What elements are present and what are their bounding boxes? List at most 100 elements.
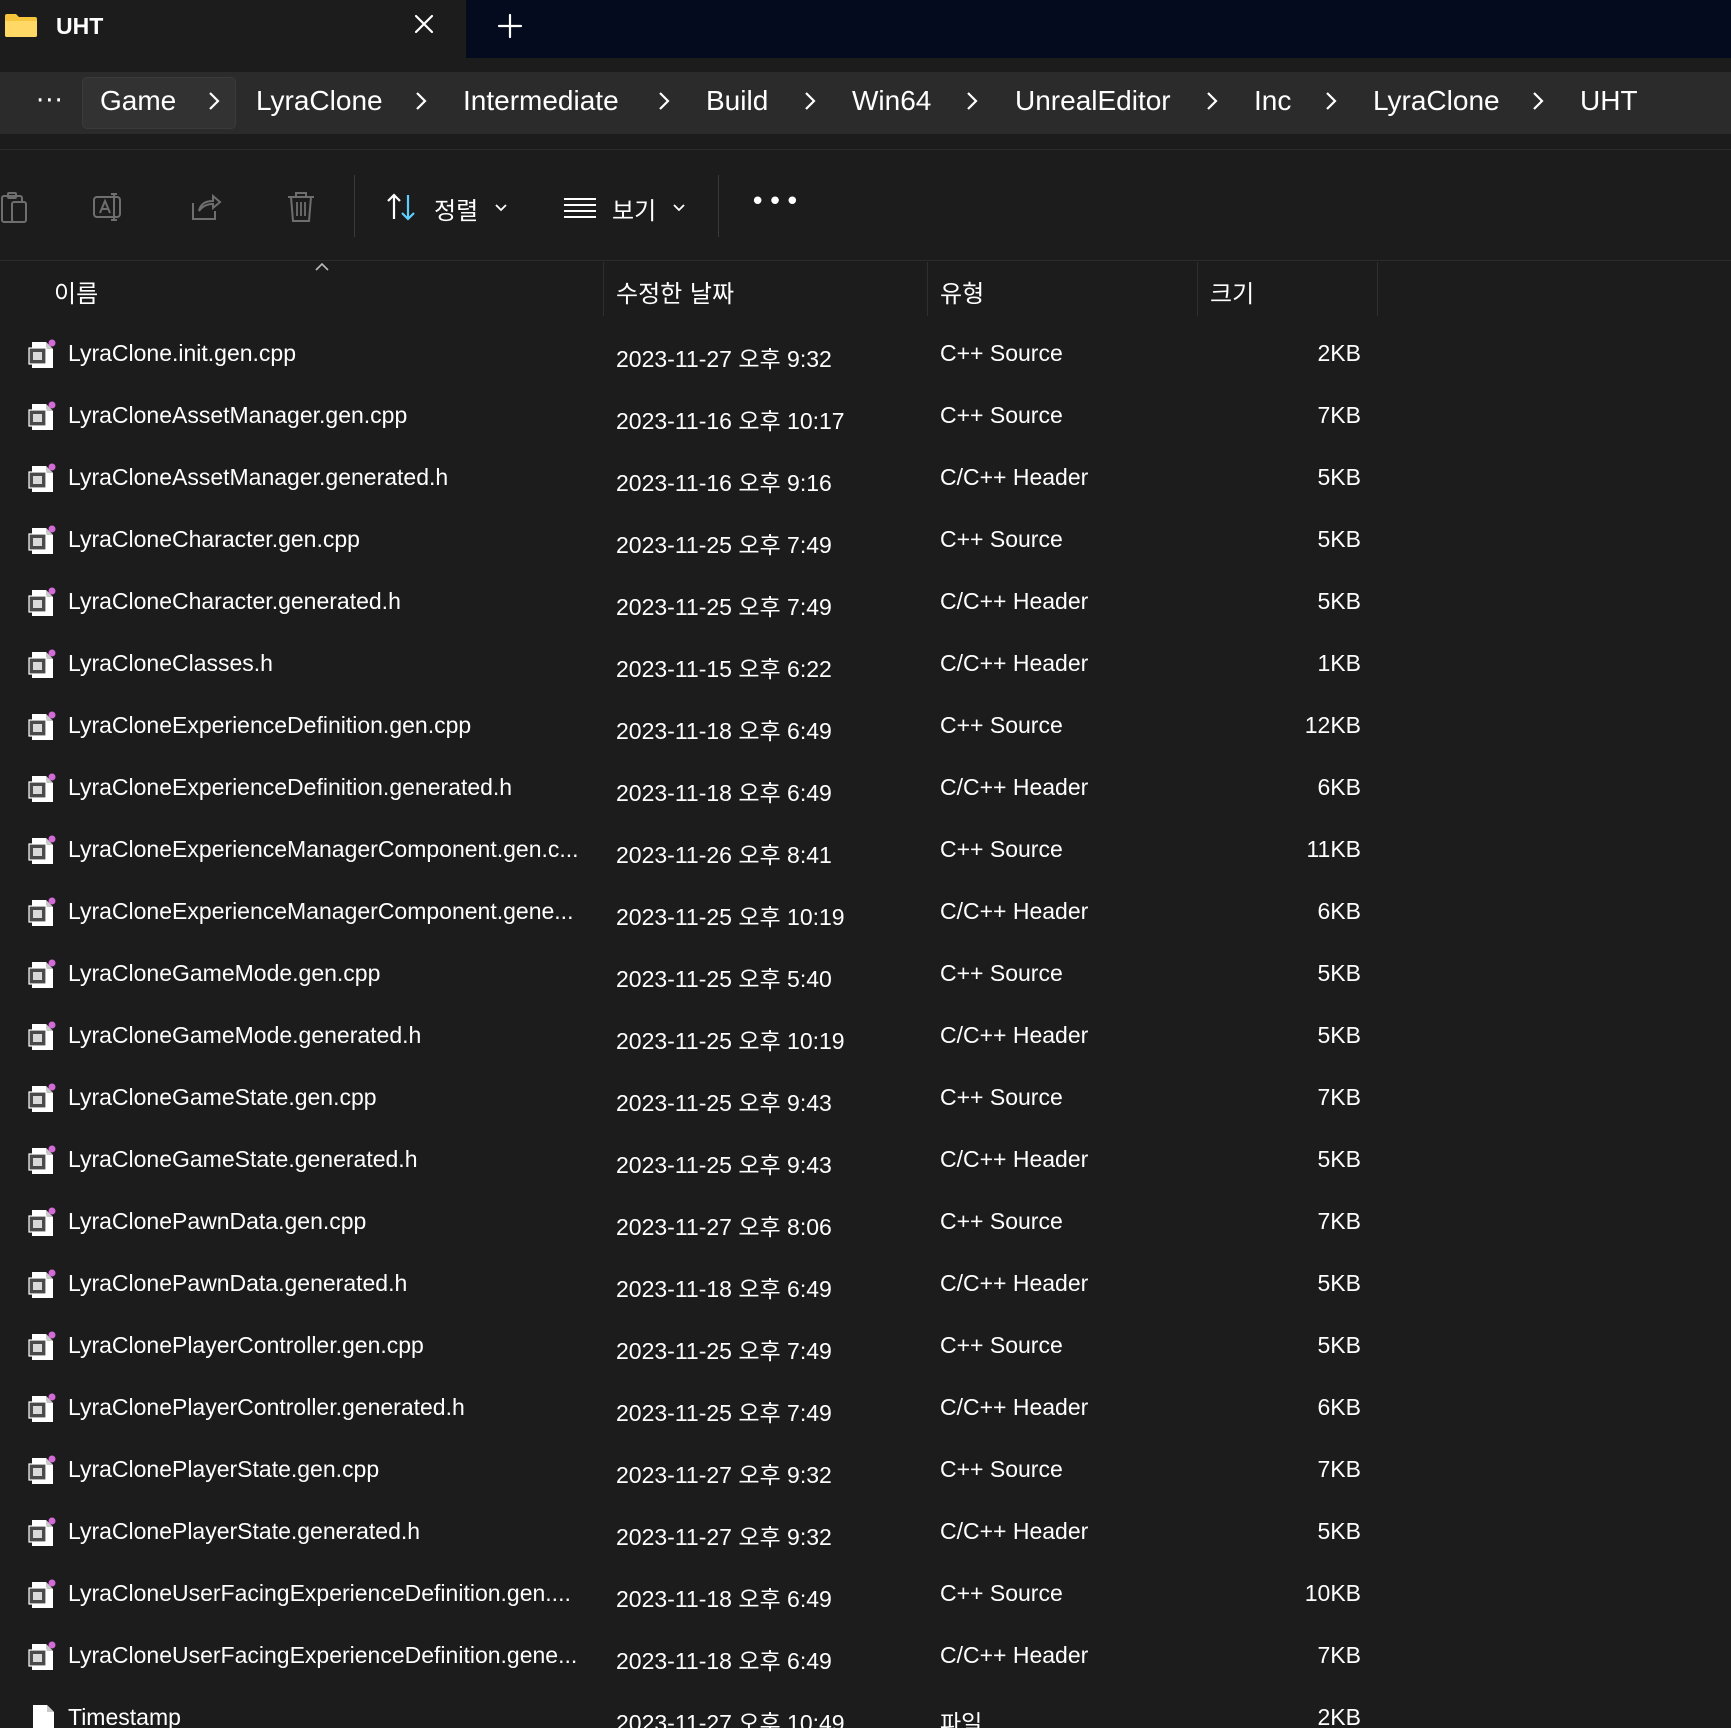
- command-bar: 정렬 보기 •••: [0, 151, 1731, 261]
- file-name: LyraCloneUserFacingExperienceDefinition.…: [68, 1642, 578, 1668]
- file-row[interactable]: LyraCloneGameState.generated.h 2023-11-2…: [0, 1130, 1731, 1192]
- file-row[interactable]: LyraClonePlayerController.gen.cpp 2023-1…: [0, 1316, 1731, 1378]
- column-divider[interactable]: [927, 262, 928, 316]
- cpp-file-icon: [28, 587, 56, 616]
- file-row[interactable]: LyraCloneClasses.h 2023-11-15 오후 6:22 C/…: [0, 634, 1731, 696]
- file-name: LyraCloneExperienceManagerComponent.gene…: [68, 898, 574, 924]
- chevron-right-icon[interactable]: [655, 89, 673, 113]
- cpp-file-icon: [28, 773, 56, 802]
- file-row[interactable]: LyraClone.init.gen.cpp 2023-11-27 오후 9:3…: [0, 324, 1731, 386]
- cpp-file-icon: [28, 1641, 56, 1670]
- close-icon[interactable]: [410, 10, 438, 38]
- file-row[interactable]: LyraCloneGameMode.gen.cpp 2023-11-25 오후 …: [0, 944, 1731, 1006]
- sort-icon[interactable]: [384, 189, 420, 225]
- file-type: C/C++ Header: [940, 1394, 1089, 1420]
- file-row[interactable]: LyraClonePawnData.gen.cpp 2023-11-27 오후 …: [0, 1192, 1731, 1254]
- file-row[interactable]: LyraCloneCharacter.generated.h 2023-11-2…: [0, 572, 1731, 634]
- file-row[interactable]: Timestamp 2023-11-27 오후 10:49 파일 2KB: [0, 1688, 1731, 1728]
- file-type: C++ Source: [940, 340, 1063, 366]
- column-type[interactable]: 유형: [940, 274, 984, 309]
- breadcrumb-item-uht[interactable]: UHT: [1580, 85, 1638, 125]
- file-type: C++ Source: [940, 1084, 1063, 1110]
- view-button[interactable]: 보기: [612, 191, 656, 226]
- file-row[interactable]: LyraCloneCharacter.gen.cpp 2023-11-25 오후…: [0, 510, 1731, 572]
- cpp-file-icon: [28, 401, 56, 430]
- file-size: 7KB: [1317, 1642, 1361, 1668]
- file-row[interactable]: LyraClonePlayerState.generated.h 2023-11…: [0, 1502, 1731, 1564]
- file-row[interactable]: LyraClonePawnData.generated.h 2023-11-18…: [0, 1254, 1731, 1316]
- file-row[interactable]: LyraCloneExperienceManagerComponent.gen.…: [0, 820, 1731, 882]
- file-row[interactable]: LyraCloneGameMode.generated.h 2023-11-25…: [0, 1006, 1731, 1068]
- new-tab-icon[interactable]: [496, 12, 524, 40]
- chevron-right-icon[interactable]: [1203, 89, 1221, 113]
- tab-uht[interactable]: UHT: [0, 0, 466, 58]
- file-type: C/C++ Header: [940, 1642, 1089, 1668]
- column-size[interactable]: 크기: [1210, 274, 1254, 309]
- file-row[interactable]: LyraCloneGameState.gen.cpp 2023-11-25 오후…: [0, 1068, 1731, 1130]
- sort-button[interactable]: 정렬: [434, 191, 478, 226]
- file-row[interactable]: LyraCloneUserFacingExperienceDefinition.…: [0, 1564, 1731, 1626]
- breadcrumb-more-button[interactable]: ···: [36, 86, 64, 116]
- file-modified-date: 2023-11-18 오후 6:49: [616, 718, 832, 744]
- file-size: 7KB: [1317, 1456, 1361, 1482]
- share-icon[interactable]: [187, 189, 223, 225]
- column-name[interactable]: 이름: [54, 274, 98, 309]
- chevron-down-icon[interactable]: [494, 203, 508, 213]
- file-modified-date: 2023-11-27 오후 8:06: [616, 1214, 832, 1240]
- file-row[interactable]: LyraCloneExperienceDefinition.generated.…: [0, 758, 1731, 820]
- breadcrumb-item-lyraclone[interactable]: LyraClone: [256, 85, 383, 125]
- column-divider[interactable]: [1197, 262, 1198, 316]
- file-modified-date: 2023-11-16 오후 9:16: [616, 470, 832, 496]
- breadcrumb-item-build[interactable]: Build: [706, 85, 768, 125]
- chevron-down-icon[interactable]: [672, 203, 686, 213]
- column-date[interactable]: 수정한 날짜: [616, 274, 734, 309]
- chevron-right-icon[interactable]: [963, 89, 981, 113]
- file-type: C/C++ Header: [940, 464, 1089, 490]
- file-modified-date: 2023-11-18 오후 6:49: [616, 1648, 832, 1674]
- file-name: LyraCloneCharacter.generated.h: [68, 588, 401, 614]
- file-size: 6KB: [1317, 1394, 1361, 1420]
- rename-icon[interactable]: [90, 189, 126, 225]
- file-modified-date: 2023-11-25 오후 10:19: [616, 904, 845, 930]
- cpp-file-icon: [28, 897, 56, 926]
- file-name: LyraCloneGameMode.generated.h: [68, 1022, 422, 1048]
- breadcrumb-item-inc[interactable]: Inc: [1254, 85, 1291, 125]
- file-modified-date: 2023-11-25 오후 7:49: [616, 1338, 832, 1364]
- more-options-button[interactable]: •••: [750, 187, 802, 217]
- chevron-right-icon[interactable]: [412, 89, 430, 113]
- column-divider[interactable]: [1377, 262, 1378, 316]
- breadcrumb[interactable]: ··· Game LyraClone Intermediate Build Wi…: [0, 72, 1731, 134]
- chevron-right-icon[interactable]: [1529, 89, 1547, 113]
- cpp-file-icon: [28, 649, 56, 678]
- file-row[interactable]: LyraCloneUserFacingExperienceDefinition.…: [0, 1626, 1731, 1688]
- file-row[interactable]: LyraClonePlayerController.generated.h 20…: [0, 1378, 1731, 1440]
- cpp-file-icon: [28, 1393, 56, 1422]
- view-list-icon[interactable]: [562, 189, 598, 225]
- delete-icon[interactable]: [283, 189, 319, 225]
- chevron-right-icon[interactable]: [1322, 89, 1340, 113]
- cpp-file-icon: [28, 711, 56, 740]
- file-name: LyraClonePlayerController.gen.cpp: [68, 1332, 424, 1358]
- file-type: C/C++ Header: [940, 1270, 1089, 1296]
- chevron-right-icon[interactable]: [801, 89, 819, 113]
- file-type: C/C++ Header: [940, 1146, 1089, 1172]
- file-type: C++ Source: [940, 402, 1063, 428]
- breadcrumb-item-intermediate[interactable]: Intermediate: [463, 85, 619, 125]
- paste-icon[interactable]: [0, 189, 36, 225]
- file-row[interactable]: LyraCloneExperienceDefinition.gen.cpp 20…: [0, 696, 1731, 758]
- file-row[interactable]: LyraCloneExperienceManagerComponent.gene…: [0, 882, 1731, 944]
- cpp-file-icon: [28, 1331, 56, 1360]
- chevron-right-icon[interactable]: [205, 89, 223, 113]
- file-modified-date: 2023-11-18 오후 6:49: [616, 1276, 832, 1302]
- file-name: LyraClonePlayerState.generated.h: [68, 1518, 421, 1544]
- breadcrumb-item-lyraclone-2[interactable]: LyraClone: [1373, 85, 1500, 125]
- breadcrumb-item-win64[interactable]: Win64: [852, 85, 931, 125]
- file-modified-date: 2023-11-15 오후 6:22: [616, 656, 832, 682]
- breadcrumb-item-unrealeditor[interactable]: UnrealEditor: [1015, 85, 1171, 125]
- column-divider[interactable]: [603, 262, 604, 316]
- breadcrumb-item-game[interactable]: Game: [100, 85, 176, 125]
- file-row[interactable]: LyraCloneAssetManager.gen.cpp 2023-11-16…: [0, 386, 1731, 448]
- file-row[interactable]: LyraCloneAssetManager.generated.h 2023-1…: [0, 448, 1731, 510]
- file-size: 2KB: [1317, 1704, 1361, 1728]
- file-row[interactable]: LyraClonePlayerState.gen.cpp 2023-11-27 …: [0, 1440, 1731, 1502]
